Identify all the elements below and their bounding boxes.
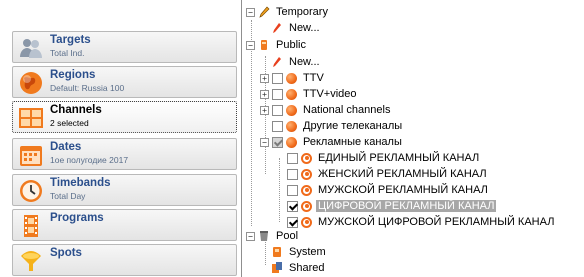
tree-node-temporary[interactable]: − Temporary: [246, 4, 330, 20]
nav-item-targets[interactable]: Targets Total Ind.: [12, 31, 237, 63]
system-icon: [273, 247, 281, 257]
channel-icon: [301, 200, 312, 212]
channels-grid-icon: [19, 108, 43, 128]
nav-item-title: Targets: [50, 34, 91, 46]
channel-checkbox-checked[interactable]: [287, 200, 298, 212]
tree-node-system[interactable]: System: [271, 244, 328, 260]
tree-node-channel[interactable]: ЕДИНЫЙ РЕКЛАМНЫЙ КАНАЛ: [287, 150, 481, 166]
nav-item-regions[interactable]: Regions Default: Russia 100: [12, 66, 237, 98]
nav-item-timebands[interactable]: Timebands Total Day: [12, 174, 237, 206]
channel-group-icon: [286, 104, 297, 116]
tree-node-national-channels[interactable]: + National channels: [260, 102, 392, 118]
tree-node-channel[interactable]: МУЖСКОЙ ЦИФРОВОЙ РЕКЛАМНЫЙ КАНАЛ: [287, 214, 556, 230]
channel-checkbox[interactable]: [287, 184, 298, 196]
tree-label: TTV+video: [303, 88, 357, 100]
nav-item-dates[interactable]: Dates 1ое полугодие 2017: [12, 138, 237, 170]
tree-label: National channels: [303, 104, 391, 116]
tree-node-channel[interactable]: ЖЕНСКИЙ РЕКЛАМНЫЙ КАНАЛ: [287, 166, 489, 182]
pool-bucket-icon: [260, 231, 268, 241]
channel-group-icon: [286, 72, 297, 84]
tree-node-channel[interactable]: МУЖСКОЙ РЕКЛАМНЫЙ КАНАЛ: [287, 182, 490, 198]
nav-item-title: Programs: [50, 212, 104, 224]
nav-item-title: Spots: [50, 247, 82, 259]
tree-label: МУЖСКОЙ РЕКЛАМНЫЙ КАНАЛ: [318, 184, 488, 196]
channel-group-icon: [286, 88, 297, 100]
nav-item-title: Timebands: [50, 177, 111, 189]
collapse-toggle[interactable]: −: [260, 137, 269, 147]
tree-node-other-channels[interactable]: Другие телеканалы: [272, 118, 404, 134]
targets-people-icon: [20, 39, 42, 58]
shared-icon: [272, 262, 282, 273]
tree-label: Temporary: [276, 6, 328, 18]
expand-toggle[interactable]: +: [260, 105, 269, 115]
channel-group-icon: [286, 136, 297, 148]
channel-checkbox[interactable]: [272, 88, 283, 100]
tree-label: New...: [289, 56, 320, 68]
navigation-panel: Targets Total Ind. Regions Default: Russ…: [0, 0, 242, 277]
nav-item-subtitle: Default: Russia 100: [50, 83, 125, 93]
nav-item-channels[interactable]: Channels 2 selected: [12, 101, 237, 133]
nav-item-subtitle: Total Ind.: [50, 48, 85, 58]
tree-node-ttv[interactable]: + TTV: [260, 70, 326, 86]
tree-node-ttv-video[interactable]: + TTV+video: [260, 86, 359, 102]
tree-label: МУЖСКОЙ ЦИФРОВОЙ РЕКЛАМНЫЙ КАНАЛ: [318, 216, 555, 228]
collapse-toggle[interactable]: −: [246, 231, 255, 241]
tree-node-channel-selected[interactable]: ЦИФРОВОЙ РЕКЛАМНЫЙ КАНАЛ: [287, 198, 497, 214]
tree-label: New...: [289, 22, 320, 34]
film-icon: [24, 215, 38, 237]
channel-checkbox-partial[interactable]: [272, 136, 283, 148]
tree-label: Public: [276, 39, 306, 51]
tree-label: Pool: [276, 230, 299, 242]
pencil-red-icon: [273, 57, 281, 67]
tree-label: System: [289, 246, 326, 258]
tree-node-ad-channels[interactable]: − Рекламные каналы: [260, 134, 404, 150]
tree-node-public[interactable]: − Public: [246, 37, 308, 53]
tree-label: ЦИФРОВОЙ РЕКЛАМНЫЙ КАНАЛ: [316, 200, 497, 212]
nav-item-title: Channels: [50, 104, 102, 116]
nav-item-subtitle: 1ое полугодие 2017: [50, 155, 129, 165]
channel-checkbox[interactable]: [287, 152, 298, 164]
tree-label: ЖЕНСКИЙ РЕКЛАМНЫЙ КАНАЛ: [318, 168, 487, 180]
channel-group-icon: [286, 120, 297, 132]
collapse-toggle[interactable]: −: [246, 40, 255, 50]
channel-icon: [301, 216, 312, 228]
nav-item-programs[interactable]: Programs: [12, 209, 237, 241]
clock-icon: [20, 180, 42, 202]
spots-icon: [21, 251, 41, 271]
channel-checkbox-checked[interactable]: [287, 216, 298, 228]
channel-icon: [301, 168, 312, 180]
pencil-red-icon: [273, 23, 281, 33]
calendar-icon: [20, 146, 42, 166]
collapse-toggle[interactable]: −: [246, 7, 255, 17]
channel-icon: [301, 184, 312, 196]
tree-node-shared[interactable]: Shared: [271, 260, 326, 276]
channel-tree: − Temporary New... − Public New... + TTV…: [243, 0, 584, 277]
expand-toggle[interactable]: +: [260, 73, 269, 83]
tree-label: Рекламные каналы: [303, 136, 402, 148]
expand-toggle[interactable]: +: [260, 89, 269, 99]
channel-checkbox[interactable]: [272, 120, 283, 132]
tree-label: TTV: [303, 72, 324, 84]
tree-node-pool[interactable]: − Pool: [246, 228, 300, 244]
nav-item-subtitle: Total Day: [50, 191, 86, 201]
tree-label: Shared: [289, 262, 325, 274]
nav-item-subtitle: 2 selected: [50, 118, 89, 128]
channel-checkbox[interactable]: [272, 72, 283, 84]
nav-item-title: Regions: [50, 69, 96, 81]
tree-label: Другие телеканалы: [303, 120, 403, 132]
nav-item-title: Dates: [50, 141, 82, 153]
tree-node-temporary-new[interactable]: New...: [271, 20, 322, 36]
channel-checkbox[interactable]: [272, 104, 283, 116]
public-folder-icon: [261, 40, 267, 50]
globe-icon: [20, 72, 42, 94]
channel-checkbox[interactable]: [287, 168, 298, 180]
nav-item-spots[interactable]: Spots: [12, 244, 237, 276]
pencil-icon: [259, 6, 270, 18]
tree-label: ЕДИНЫЙ РЕКЛАМНЫЙ КАНАЛ: [318, 152, 480, 164]
tree-node-public-new[interactable]: New...: [271, 54, 322, 70]
channel-icon: [301, 152, 312, 164]
